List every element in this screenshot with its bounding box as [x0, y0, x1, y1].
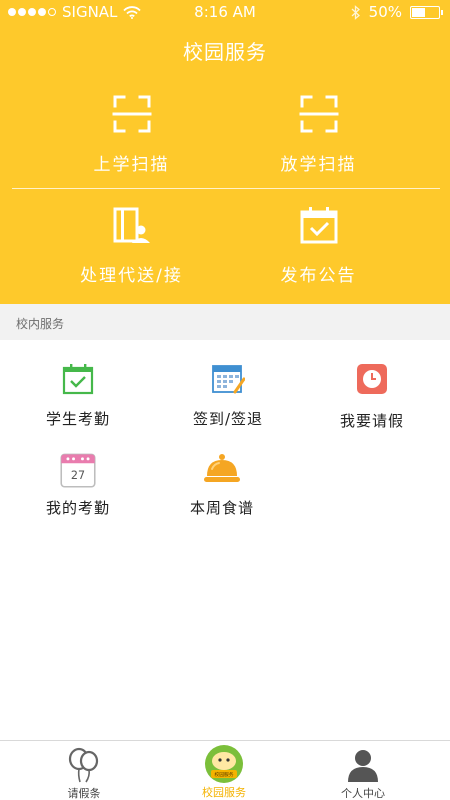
tab-personal-center-label: 个人中心 [341, 787, 385, 800]
header-divider [12, 188, 440, 189]
sign-in-out-label: 签到/签退 [192, 410, 264, 428]
person-icon [348, 750, 378, 782]
request-leave-button[interactable]: 我要请假 [297, 362, 447, 431]
section-header: 校内服务 [0, 304, 450, 340]
section-title: 校内服务 [16, 317, 65, 331]
weekly-menu-label: 本周食谱 [189, 499, 254, 517]
tab-campus-service[interactable]: 校园服务 校园服务 [149, 741, 299, 800]
scan-frame-icon [112, 95, 151, 133]
clock-icon [357, 364, 387, 394]
tab-leave-slip[interactable]: 请假条 [9, 741, 159, 800]
publish-notice-label: 发布公告 [280, 266, 357, 286]
battery-percent: 50% [368, 3, 402, 21]
my-attendance-button[interactable]: 27 我的考勤 [3, 451, 153, 518]
date-calendar-icon: 27 [60, 453, 96, 488]
scan-frame-icon [299, 95, 338, 133]
status-right: 50% [351, 3, 443, 21]
scan-out-label: 放学扫描 [280, 155, 357, 175]
header: SIGNAL 8:16 AM 50% 校园服务 上学扫描 放学扫描 处理代送/接… [0, 0, 450, 304]
tab-bar: 请假条 校园服务 校园服务 个人中心 [0, 740, 450, 800]
tab-personal-center[interactable]: 个人中心 [288, 741, 438, 800]
tab-campus-service-label: 校园服务 [202, 786, 246, 799]
date-number: 27 [71, 469, 85, 482]
request-leave-label: 我要请假 [339, 412, 404, 430]
battery-fill [412, 7, 425, 17]
sign-in-out-button[interactable]: 签到/签退 [153, 362, 303, 429]
student-attendance-button[interactable]: 学生考勤 [3, 362, 153, 429]
scan-out-button[interactable]: 放学扫描 [206, 94, 431, 175]
food-cloche-icon [204, 454, 240, 482]
tab-leave-slip-label: 请假条 [67, 787, 101, 800]
calendar-check-icon [62, 364, 94, 395]
student-attendance-label: 学生考勤 [45, 410, 110, 428]
my-attendance-label: 我的考勤 [45, 499, 110, 517]
page-title: 校园服务 [183, 40, 267, 64]
weekly-menu-button[interactable]: 本周食谱 [147, 451, 297, 518]
campus-badge-icon: 校园服务 [205, 745, 243, 783]
bluetooth-icon [351, 4, 360, 20]
battery-icon [410, 5, 443, 19]
status-bar: SIGNAL 8:16 AM 50% [0, 0, 450, 24]
scan-in-label: 上学扫描 [93, 155, 170, 175]
proxy-pickup-label: 处理代送/接 [80, 266, 183, 286]
balloons-icon [68, 747, 99, 783]
calendar-grid-pen-icon [212, 365, 245, 394]
calendar-check-icon [300, 207, 337, 244]
book-person-icon [113, 207, 150, 243]
campus-badge-text: 校园服务 [214, 771, 233, 778]
publish-notice-button[interactable]: 发布公告 [206, 205, 431, 286]
